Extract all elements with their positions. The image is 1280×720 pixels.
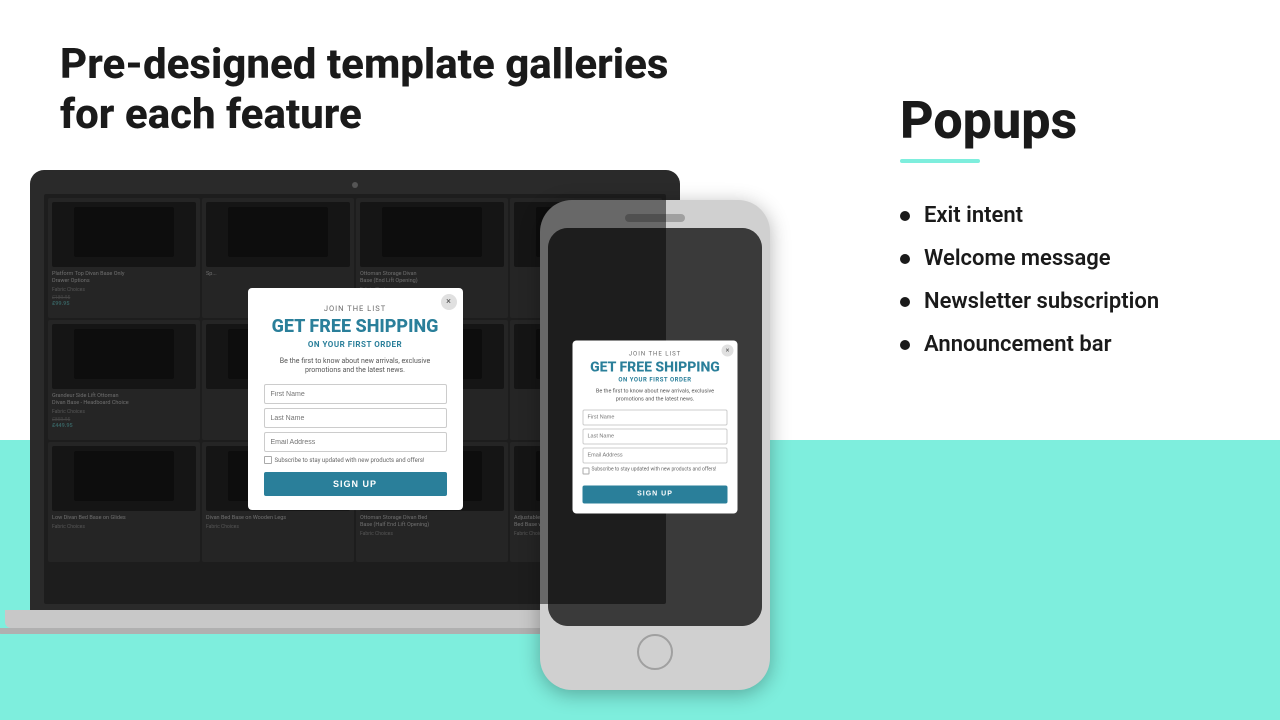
mobile-popup-heading: GET FREE SHIPPING bbox=[583, 360, 728, 376]
popup-join-label: JOIN THE LIST bbox=[264, 304, 447, 313]
popup-checkbox-row: Subscribe to stay updated with new produ… bbox=[264, 456, 447, 464]
bullet-icon bbox=[900, 297, 910, 307]
mobile-popup-last-name-input[interactable] bbox=[583, 429, 728, 445]
bullet-icon bbox=[900, 211, 910, 221]
popup-checkbox-label: Subscribe to stay updated with new produ… bbox=[275, 457, 425, 464]
popup-last-name-input[interactable] bbox=[264, 408, 447, 428]
mobile-popup-checkbox-label: Subscribe to stay updated with new produ… bbox=[592, 467, 717, 474]
mobile-popup-subheading: ON YOUR FIRST ORDER bbox=[583, 377, 728, 384]
left-section: Pre-designed template galleries for each… bbox=[0, 0, 860, 720]
right-section: Popups Exit intent Welcome message Newsl… bbox=[860, 0, 1280, 720]
popup-close-button[interactable]: × bbox=[441, 294, 457, 310]
mobile-popup-join-label: JOIN THE LIST bbox=[583, 351, 728, 358]
page-title: Pre-designed template galleries for each… bbox=[60, 40, 668, 141]
popup-signup-button[interactable]: SIGN UP bbox=[264, 472, 447, 496]
laptop-popup: × JOIN THE LIST GET FREE SHIPPING ON YOU… bbox=[248, 288, 463, 510]
mobile-popup-email-input[interactable] bbox=[583, 448, 728, 464]
bullet-icon bbox=[900, 340, 910, 350]
mobile-popup-signup-button[interactable]: SIGN UP bbox=[583, 485, 728, 503]
popup-subscribe-checkbox[interactable] bbox=[264, 456, 272, 464]
popup-heading: GET FREE SHIPPING bbox=[264, 317, 447, 338]
list-item-exit-intent: Exit intent bbox=[900, 203, 1220, 228]
mobile-popup-checkbox-row: Subscribe to stay updated with new produ… bbox=[583, 467, 728, 475]
laptop-camera bbox=[352, 182, 358, 188]
feature-title: Popups bbox=[900, 90, 1220, 151]
page-wrapper: Pre-designed template galleries for each… bbox=[0, 0, 1280, 720]
list-item-announcement: Announcement bar bbox=[900, 332, 1220, 357]
mobile-popup: × JOIN THE LIST GET FREE SHIPPING ON YOU… bbox=[573, 341, 738, 514]
bullet-icon bbox=[900, 254, 910, 264]
mobile-popup-description: Be the first to know about new arrivals,… bbox=[583, 389, 728, 404]
popup-first-name-input[interactable] bbox=[264, 384, 447, 404]
mobile-popup-close-button[interactable]: × bbox=[722, 345, 734, 357]
popup-email-input[interactable] bbox=[264, 432, 447, 452]
popup-subheading: ON YOUR FIRST ORDER bbox=[264, 340, 447, 349]
mobile-popup-subscribe-checkbox[interactable] bbox=[583, 468, 590, 475]
feature-list: Exit intent Welcome message Newsletter s… bbox=[900, 203, 1220, 357]
feature-underline bbox=[900, 159, 980, 163]
devices-container: Platform Top Divan Base OnlyDrawer Optio… bbox=[30, 170, 870, 720]
mobile-popup-first-name-input[interactable] bbox=[583, 410, 728, 426]
list-item-newsletter: Newsletter subscription bbox=[900, 289, 1220, 314]
popup-description: Be the first to know about new arrivals,… bbox=[264, 357, 447, 377]
mobile-home-button[interactable] bbox=[637, 634, 673, 670]
list-item-welcome: Welcome message bbox=[900, 246, 1220, 271]
